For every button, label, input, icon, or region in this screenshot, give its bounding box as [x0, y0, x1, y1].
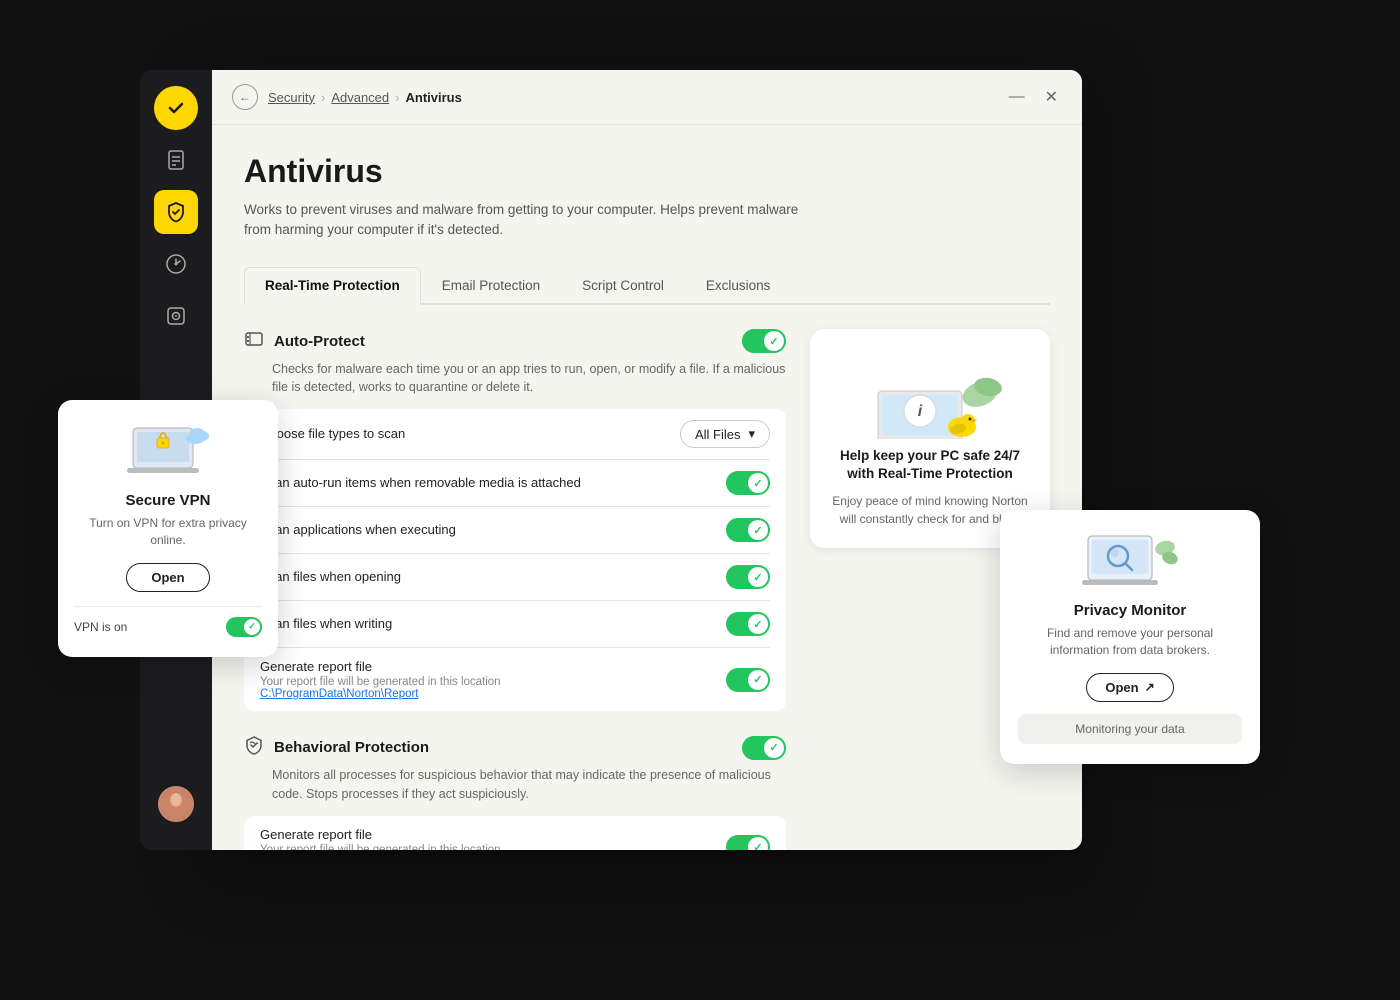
auto-protect-section: Auto-Protect ✓ Checks for malware each t… [244, 329, 786, 712]
card-illustration: i [826, 349, 1034, 439]
behavioral-protection-title: Behavioral Protection [274, 739, 429, 756]
page-title: Antivirus [244, 153, 1050, 190]
breadcrumb: ← Security › Advanced › Antivirus [232, 84, 462, 110]
setting-row-scan-opening: Scan files when opening ✓ [260, 554, 770, 601]
settings-panel: Auto-Protect ✓ Checks for malware each t… [244, 329, 786, 851]
minimize-button[interactable]: — [1005, 86, 1029, 108]
norton-logo-icon[interactable] [154, 86, 198, 130]
scan-autorun-label: Scan auto-run items when removable media… [260, 475, 581, 490]
content-layout: Auto-Protect ✓ Checks for malware each t… [244, 329, 1050, 851]
setting-row-report-file: Generate report file Your report file wi… [260, 648, 770, 711]
tab-bar: Real-Time Protection Email Protection Sc… [244, 265, 1050, 305]
sidebar-item-vault[interactable] [154, 294, 198, 338]
scan-writing-label: Scan files when writing [260, 616, 392, 631]
vpn-title: Secure VPN [74, 492, 262, 509]
vpn-open-button[interactable]: Open [126, 563, 209, 592]
report-file-label: Generate report file [260, 659, 726, 674]
sidebar-item-security[interactable] [154, 190, 198, 234]
behavioral-protection-section: Behavioral Protection ✓ Monitors all pro… [244, 735, 786, 850]
bp-report-file-label: Generate report file [260, 827, 726, 842]
privacy-open-button[interactable]: Open ↗ [1086, 673, 1173, 702]
setting-row-bp-report-file: Generate report file Your report file wi… [260, 816, 770, 851]
breadcrumb-sep-2: › [395, 90, 399, 105]
report-file-toggle[interactable]: ✓ [726, 668, 770, 692]
back-button[interactable]: ← [232, 84, 258, 110]
close-button[interactable]: ✕ [1041, 85, 1062, 109]
sidebar-item-performance[interactable] [154, 242, 198, 286]
page-description: Works to prevent viruses and malware fro… [244, 200, 804, 241]
tab-exclusions[interactable]: Exclusions [685, 267, 792, 305]
setting-row-scan-applications: Scan applications when executing ✓ [260, 507, 770, 554]
auto-protect-main-toggle[interactable]: ✓ [742, 329, 786, 353]
behavioral-protection-icon [244, 735, 264, 760]
tab-script-control[interactable]: Script Control [561, 267, 685, 305]
auto-protect-settings: Choose file types to scan All Files ▾ [244, 409, 786, 711]
vpn-illustration [74, 420, 262, 484]
scan-writing-toggle[interactable]: ✓ [726, 612, 770, 636]
vpn-status-row: VPN is on ✓ [74, 606, 262, 637]
tab-email-protection[interactable]: Email Protection [421, 267, 561, 305]
behavioral-protection-header: Behavioral Protection ✓ [244, 735, 786, 760]
report-file-link[interactable]: C:\ProgramData\Norton\Report [260, 688, 726, 700]
scan-opening-toggle[interactable]: ✓ [726, 565, 770, 589]
tab-real-time-protection[interactable]: Real-Time Protection [244, 267, 421, 305]
privacy-desc: Find and remove your personal informatio… [1018, 625, 1242, 659]
behavioral-protection-desc: Monitors all processes for suspicious be… [272, 766, 786, 804]
auto-protect-desc: Checks for malware each time you or an a… [272, 360, 786, 398]
privacy-monitor-popup: Privacy Monitor Find and remove your per… [1000, 510, 1260, 764]
privacy-illustration [1018, 530, 1242, 594]
window-controls: — ✕ [1005, 85, 1062, 109]
scan-opening-label: Scan files when opening [260, 569, 401, 584]
external-link-icon: ↗ [1145, 680, 1155, 694]
scan-autorun-toggle[interactable]: ✓ [726, 471, 770, 495]
sidebar-item-documents[interactable] [154, 138, 198, 182]
breadcrumb-sep-1: › [321, 90, 325, 105]
behavioral-protection-settings: Generate report file Your report file wi… [244, 816, 786, 851]
file-types-label: Choose file types to scan [260, 426, 405, 441]
scan-applications-toggle[interactable]: ✓ [726, 518, 770, 542]
card-title: Help keep your PC safe 24/7 with Real-Ti… [826, 447, 1034, 485]
auto-protect-title: Auto-Protect [274, 333, 365, 350]
setting-row-scan-autorun: Scan auto-run items when removable media… [260, 460, 770, 507]
main-window: ← Security › Advanced › Antivirus — ✕ An… [212, 70, 1082, 850]
user-avatar[interactable] [158, 786, 194, 822]
auto-protect-header: Auto-Protect ✓ [244, 329, 786, 354]
breadcrumb-security[interactable]: Security [268, 90, 315, 105]
privacy-status-label: Monitoring your data [1075, 722, 1184, 736]
vpn-desc: Turn on VPN for extra privacy online. [74, 515, 262, 549]
window-content: Antivirus Works to prevent viruses and m… [212, 125, 1082, 850]
report-file-sublabel: Your report file will be generated in th… [260, 676, 726, 688]
bp-report-file-sublabel: Your report file will be generated in th… [260, 844, 726, 851]
breadcrumb-current: Antivirus [405, 90, 461, 105]
desktop: ← Security › Advanced › Antivirus — ✕ An… [0, 0, 1400, 1000]
vpn-status-toggle[interactable]: ✓ [226, 617, 262, 637]
behavioral-protection-main-toggle[interactable]: ✓ [742, 736, 786, 760]
vpn-popup: Secure VPN Turn on VPN for extra privacy… [58, 400, 278, 657]
svg-text:i: i [918, 403, 923, 420]
setting-row-file-types: Choose file types to scan All Files ▾ [260, 409, 770, 460]
bp-report-file-toggle[interactable]: ✓ [726, 835, 770, 850]
vpn-status-label: VPN is on [74, 620, 127, 634]
file-types-dropdown[interactable]: All Files ▾ [680, 420, 770, 448]
scan-applications-label: Scan applications when executing [260, 522, 456, 537]
breadcrumb-advanced[interactable]: Advanced [331, 90, 389, 105]
auto-protect-icon [244, 329, 264, 354]
setting-row-scan-writing: Scan files when writing ✓ [260, 601, 770, 648]
privacy-status-bar: Monitoring your data [1018, 714, 1242, 744]
privacy-title: Privacy Monitor [1018, 602, 1242, 619]
window-titlebar: ← Security › Advanced › Antivirus — ✕ [212, 70, 1082, 125]
